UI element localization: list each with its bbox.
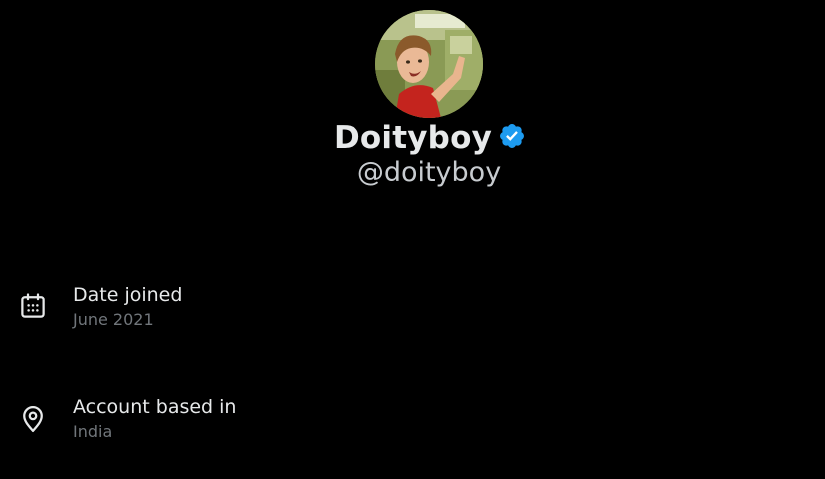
display-name-row: Doityboy [0,117,825,157]
username-handle: @doityboy [356,157,502,188]
detail-row-account-based-in: Account based in India [0,394,825,454]
detail-title: Account based in [73,396,237,418]
verified-badge-icon [498,122,526,150]
detail-value: June 2021 [73,310,154,329]
avatar[interactable] [375,10,483,118]
profile-about-page: Doityboy @doityboy Date joined June 2021 [0,0,825,479]
detail-title: Date joined [73,284,183,306]
calendar-icon [18,291,48,321]
location-pin-icon [18,404,48,434]
detail-row-date-joined: Date joined June 2021 [0,282,825,342]
profile-photo-image [375,10,483,118]
display-name: Doityboy [334,119,492,156]
detail-value: India [73,422,113,441]
